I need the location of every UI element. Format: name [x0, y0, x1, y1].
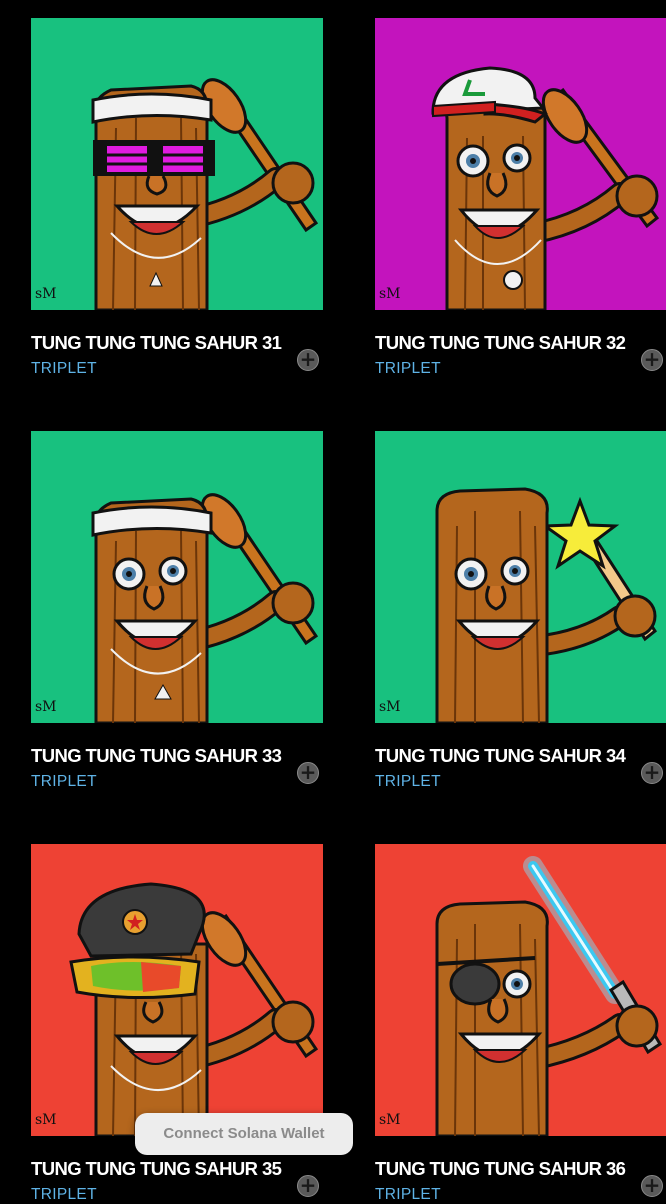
svg-text:sM: sM: [35, 1112, 57, 1128]
nft-artwork[interactable]: sM: [31, 844, 323, 1136]
nft-artwork[interactable]: sM: [375, 431, 666, 723]
nft-title[interactable]: TUNG TUNG TUNG SAHUR 35: [31, 1158, 282, 1180]
nft-collection-label: TRIPLET: [31, 773, 97, 790]
pixel-sunglasses: [93, 140, 215, 176]
svg-text:sM: sM: [35, 286, 57, 302]
plus-circle-icon[interactable]: +: [641, 1175, 663, 1197]
nft-collection-label: TRIPLET: [31, 360, 97, 377]
nft-artwork[interactable]: sM: [31, 18, 323, 310]
nft-artwork[interactable]: sM: [31, 431, 323, 723]
svg-text:sM: sM: [35, 699, 57, 715]
svg-text:sM: sM: [379, 699, 401, 715]
nft-title[interactable]: TUNG TUNG TUNG SAHUR 32: [375, 332, 626, 354]
plus-circle-icon[interactable]: +: [641, 349, 663, 371]
plus-circle-icon[interactable]: +: [297, 349, 319, 371]
plus-circle-icon[interactable]: +: [297, 1175, 319, 1197]
plus-circle-icon[interactable]: +: [297, 762, 319, 784]
connect-wallet-button[interactable]: Connect Solana Wallet: [135, 1113, 353, 1155]
svg-text:sM: sM: [379, 1112, 401, 1128]
nft-collection-label: TRIPLET: [375, 360, 441, 377]
nft-title[interactable]: TUNG TUNG TUNG SAHUR 34: [375, 745, 626, 767]
nft-collection-label: TRIPLET: [375, 1186, 441, 1203]
plus-circle-icon[interactable]: +: [641, 762, 663, 784]
nft-title[interactable]: TUNG TUNG TUNG SAHUR 33: [31, 745, 282, 767]
nft-collection-label: TRIPLET: [375, 773, 441, 790]
nft-collection-label: TRIPLET: [31, 1186, 97, 1203]
nft-title[interactable]: TUNG TUNG TUNG SAHUR 31: [31, 332, 282, 354]
nft-artwork[interactable]: sM: [375, 18, 666, 310]
nft-title[interactable]: TUNG TUNG TUNG SAHUR 36: [375, 1158, 626, 1180]
nft-artwork[interactable]: sM: [375, 844, 666, 1136]
svg-text:sM: sM: [379, 286, 401, 302]
